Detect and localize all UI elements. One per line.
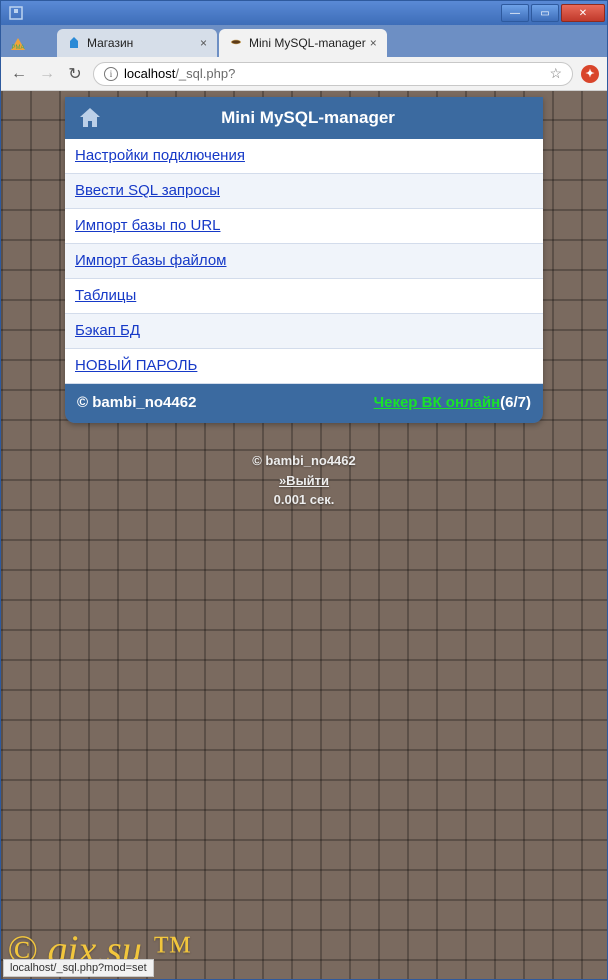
menu-list: Настройки подключения Ввести SQL запросы… — [65, 139, 543, 384]
tab-magazin[interactable]: Магазин × — [57, 29, 217, 57]
menu-link[interactable]: Настройки подключения — [75, 147, 245, 164]
tab-favicon-icon — [67, 36, 81, 50]
logout-link[interactable]: »Выйти — [279, 473, 329, 488]
menu-link[interactable]: Ввести SQL запросы — [75, 182, 220, 199]
footer-credit: © bambi_no4462 — [77, 394, 196, 411]
menu-link[interactable]: Импорт базы файлом — [75, 252, 227, 269]
svg-text:PMA: PMA — [11, 45, 24, 51]
checker-counter: (6/7) — [500, 394, 531, 411]
extension-icon[interactable]: ✦ — [581, 65, 599, 83]
app-icon — [9, 6, 23, 20]
page-footer-timing: 0.001 сек. — [1, 490, 607, 510]
maximize-button[interactable]: ▭ — [531, 4, 559, 22]
address-bar[interactable]: i localhost/_sql.php? ☆ — [93, 62, 573, 86]
menu-link[interactable]: Бэкап БД — [75, 322, 140, 339]
menu-link[interactable]: НОВЫЙ ПАРОЛЬ — [75, 357, 197, 374]
page-viewport: Mini MySQL-manager Настройки подключения… — [1, 91, 607, 979]
site-info-icon[interactable]: i — [104, 67, 118, 81]
menu-item-password: НОВЫЙ ПАРОЛЬ — [65, 349, 543, 384]
bookmark-icon[interactable]: ☆ — [549, 65, 562, 82]
menu-item-tables: Таблицы — [65, 279, 543, 314]
checker-link[interactable]: Чекер ВК онлайн — [374, 394, 501, 411]
page-footer-credit: © bambi_no4462 — [1, 451, 607, 471]
menu-item-import-file: Импорт базы файлом — [65, 244, 543, 279]
main-panel: Mini MySQL-manager Настройки подключения… — [65, 97, 543, 423]
panel-footer: © bambi_no4462 Чекер ВК онлайн(6/7) — [65, 384, 543, 423]
reload-button[interactable]: ↻ — [65, 64, 85, 84]
menu-item-backup: Бэкап БД — [65, 314, 543, 349]
minimize-button[interactable]: — — [501, 4, 529, 22]
tab-title: Магазин — [87, 36, 196, 50]
tab-mysql-manager[interactable]: Mini MySQL-manager × — [219, 29, 387, 57]
back-button[interactable]: ← — [9, 65, 29, 83]
browser-toolbar: ← → ↻ i localhost/_sql.php? ☆ ✦ — [1, 57, 607, 91]
panel-title: Mini MySQL-manager — [111, 108, 505, 128]
tab-strip: PMA Магазин × Mini MySQL-manager × — [1, 25, 607, 57]
close-button[interactable]: ✕ — [561, 4, 605, 22]
tab-close-icon[interactable]: × — [370, 36, 377, 50]
tab-title: Mini MySQL-manager — [249, 36, 366, 50]
tab-lead-icons: PMA — [9, 35, 27, 53]
menu-item-settings: Настройки подключения — [65, 139, 543, 174]
address-path: /_sql.php? — [175, 66, 235, 81]
menu-link[interactable]: Импорт базы по URL — [75, 217, 221, 234]
menu-item-sql: Ввести SQL запросы — [65, 174, 543, 209]
tab-close-icon[interactable]: × — [200, 36, 207, 50]
menu-link[interactable]: Таблицы — [75, 287, 136, 304]
window-titlebar: — ▭ ✕ — [1, 1, 607, 25]
forward-button[interactable]: → — [37, 65, 57, 83]
page-footer: © bambi_no4462 »Выйти 0.001 сек. — [1, 451, 607, 510]
address-host: localhost — [124, 66, 175, 81]
pma-icon[interactable]: PMA — [9, 35, 27, 53]
status-bar: localhost/_sql.php?mod=set — [3, 959, 154, 977]
home-icon[interactable] — [77, 105, 103, 131]
menu-item-import-url: Импорт базы по URL — [65, 209, 543, 244]
browser-window: — ▭ ✕ PMA Магазин × Mini MySQL-manager ×… — [0, 0, 608, 980]
panel-header: Mini MySQL-manager — [65, 97, 543, 139]
tab-favicon-icon — [229, 36, 243, 50]
